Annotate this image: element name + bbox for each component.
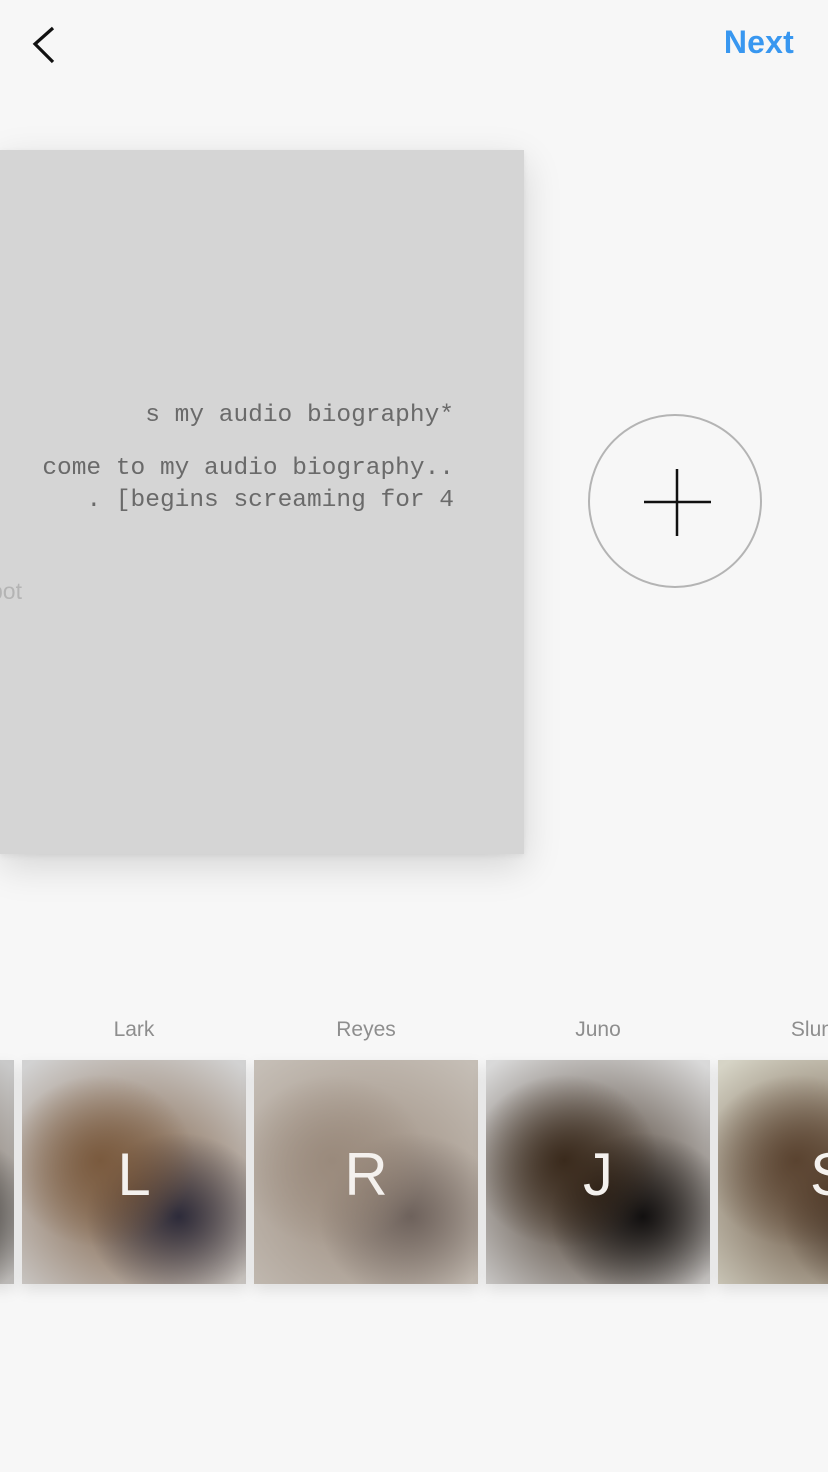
- next-button[interactable]: Next: [724, 24, 794, 61]
- filter-name: Lark: [113, 1018, 155, 1041]
- filter-name: Juno: [575, 1018, 621, 1041]
- card-text-line: come to my audio biography..: [42, 455, 454, 482]
- chevron-left-icon: [32, 26, 55, 64]
- filter-thumbnail: R: [254, 1060, 478, 1284]
- card-text-line: s my audio biography*: [145, 402, 454, 429]
- filter-letter: R: [344, 1140, 388, 1208]
- filter-thumbnail: J: [486, 1060, 710, 1284]
- add-media-button[interactable]: [588, 414, 762, 588]
- filter-item[interactable]: [0, 1010, 14, 1290]
- filter-thumbnail: [0, 1060, 14, 1284]
- filter-letter: S: [718, 1060, 828, 1284]
- filter-letter: J: [583, 1140, 613, 1208]
- filter-name: Slumber: [790, 1018, 828, 1041]
- card-footer-text: bot: [0, 578, 22, 604]
- filter-letter: [0, 1060, 14, 1284]
- plus-icon: [644, 469, 711, 536]
- filter-item[interactable]: Juno J: [486, 1010, 710, 1290]
- filter-thumbnail: L: [22, 1060, 246, 1284]
- filter-name: Reyes: [336, 1018, 396, 1041]
- card-text-line: . [begins screaming for 4: [86, 487, 454, 514]
- filter-item[interactable]: Reyes R: [254, 1010, 478, 1290]
- filter-thumbnail: S: [718, 1060, 828, 1284]
- filter-item[interactable]: Slumber S: [718, 1010, 828, 1290]
- filter-letter: L: [117, 1140, 151, 1208]
- filter-strip[interactable]: Lark L Reyes R Juno J Slumber S: [0, 1010, 828, 1300]
- text-card-preview[interactable]: s my audio biography* come to my audio b…: [0, 150, 524, 854]
- filter-item[interactable]: Lark L: [22, 1010, 246, 1290]
- back-button[interactable]: [24, 22, 64, 66]
